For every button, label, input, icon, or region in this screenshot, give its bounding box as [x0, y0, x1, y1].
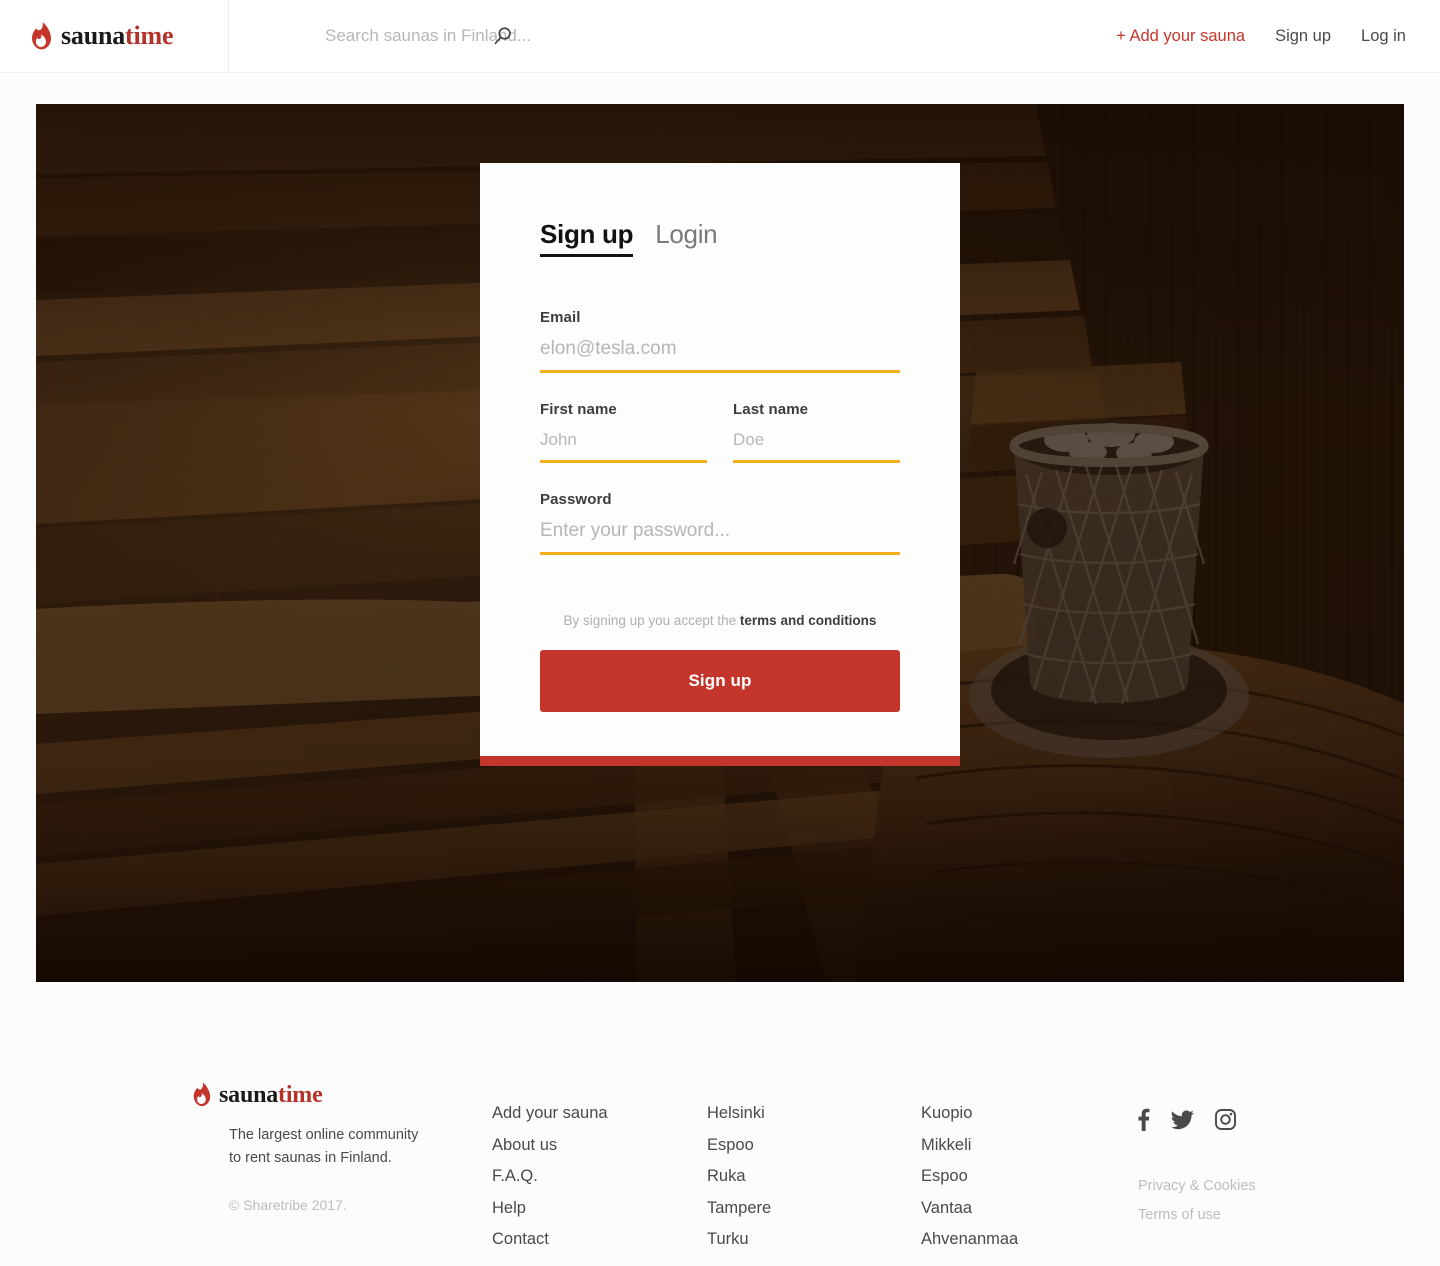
top-header-bar: saunatime + Add your sauna Sign up Log i… [0, 0, 1440, 73]
first-name-input[interactable] [540, 430, 707, 463]
first-name-field-group: First name [540, 401, 707, 463]
footer-link-tampere[interactable]: Tampere [707, 1199, 771, 1217]
footer-link-ruka[interactable]: Ruka [707, 1168, 771, 1185]
search-input[interactable] [323, 25, 883, 47]
footer-link-turku[interactable]: Turku [707, 1231, 771, 1248]
search-area [229, 0, 1116, 72]
footer-brand-column: saunatime The largest online community t… [192, 1082, 462, 1213]
email-field-group: Email [540, 309, 900, 373]
brand-wordmark: saunatime [61, 21, 174, 50]
footer-link-helsinki[interactable]: Helsinki [707, 1105, 771, 1122]
tab-sign-up[interactable]: Sign up [540, 221, 634, 257]
footer-link-mikkeli[interactable]: Mikkeli [921, 1136, 1018, 1154]
flame-icon [193, 1082, 211, 1107]
terms-notice: By signing up you accept the terms and c… [540, 613, 900, 628]
email-label: Email [540, 309, 581, 326]
brand-logo-header[interactable]: saunatime [0, 0, 229, 72]
brand-word-time: time [125, 21, 174, 50]
auth-tabs: Sign up Login [540, 221, 900, 257]
nav-log-in[interactable]: Log in [1361, 27, 1406, 46]
password-input[interactable] [540, 520, 900, 555]
footer-grid: saunatime The largest online community t… [0, 1060, 1440, 1260]
footer-link-privacy-cookies[interactable]: Privacy & Cookies [1138, 1178, 1256, 1194]
footer-link-vantaa[interactable]: Vantaa [921, 1199, 1018, 1217]
twitter-icon[interactable] [1171, 1110, 1194, 1130]
instagram-icon[interactable] [1215, 1109, 1236, 1130]
footer-link-terms-of-use[interactable]: Terms of use [1138, 1207, 1256, 1223]
auth-card-accent-bar [480, 756, 960, 766]
last-name-field-group: Last name [733, 401, 900, 463]
footer-link-espoo-2[interactable]: Espoo [921, 1168, 1018, 1185]
brand-logo-footer[interactable]: saunatime [192, 1082, 462, 1107]
footer-copyright: © Sharetribe 2017. [229, 1196, 347, 1213]
search-icon [494, 27, 511, 45]
footer-social-links [1137, 1108, 1236, 1131]
flame-icon [32, 22, 51, 50]
footer-links-column-cities-1: Helsinki Espoo Ruka Tampere Turku [707, 1105, 771, 1263]
footer-links-column-site: Add your sauna About us F.A.Q. Help Cont… [492, 1105, 608, 1263]
footer-brand-wordmark: saunatime [219, 1083, 323, 1107]
email-input[interactable] [540, 338, 900, 373]
first-name-label: First name [540, 401, 617, 418]
auth-modal-body: Sign up Login Email First name Last name… [480, 163, 960, 756]
name-fields-row: First name Last name [540, 401, 900, 491]
facebook-icon[interactable] [1137, 1108, 1150, 1131]
footer-links-column-cities-2: Kuopio Mikkeli Espoo Vantaa Ahvenanmaa [921, 1105, 1018, 1263]
terms-prefix-text: By signing up you accept the [563, 613, 740, 628]
auth-modal-card: Sign up Login Email First name Last name… [480, 163, 960, 766]
last-name-label: Last name [733, 401, 809, 418]
footer-brand-word-time: time [278, 1081, 323, 1108]
footer-link-ahvenanmaa[interactable]: Ahvenanmaa [921, 1231, 1018, 1248]
page-footer: saunatime The largest online community t… [0, 1020, 1440, 1260]
sign-up-submit-button[interactable]: Sign up [540, 650, 900, 712]
password-field-group: Password [540, 491, 900, 555]
tab-login[interactable]: Login [655, 221, 717, 257]
nav-sign-up[interactable]: Sign up [1275, 27, 1331, 46]
footer-brand-word-sauna: sauna [219, 1081, 279, 1108]
password-label: Password [540, 491, 612, 508]
terms-and-conditions-link[interactable]: terms and conditions [740, 613, 877, 628]
footer-link-add-your-sauna[interactable]: Add your sauna [492, 1105, 608, 1122]
nav-add-your-sauna[interactable]: + Add your sauna [1116, 27, 1245, 46]
footer-link-help[interactable]: Help [492, 1199, 608, 1217]
last-name-input[interactable] [733, 430, 900, 463]
header-nav: + Add your sauna Sign up Log in [1116, 0, 1440, 72]
brand-word-sauna: sauna [61, 21, 126, 50]
footer-link-contact[interactable]: Contact [492, 1231, 608, 1248]
footer-link-faq[interactable]: F.A.Q. [492, 1168, 608, 1185]
footer-tagline: The largest online community to rent sau… [229, 1127, 419, 1167]
footer-link-espoo[interactable]: Espoo [707, 1136, 771, 1154]
footer-link-about-us[interactable]: About us [492, 1136, 608, 1154]
footer-legal-links: Privacy & Cookies Terms of use [1138, 1178, 1256, 1236]
footer-link-kuopio[interactable]: Kuopio [921, 1105, 1018, 1122]
